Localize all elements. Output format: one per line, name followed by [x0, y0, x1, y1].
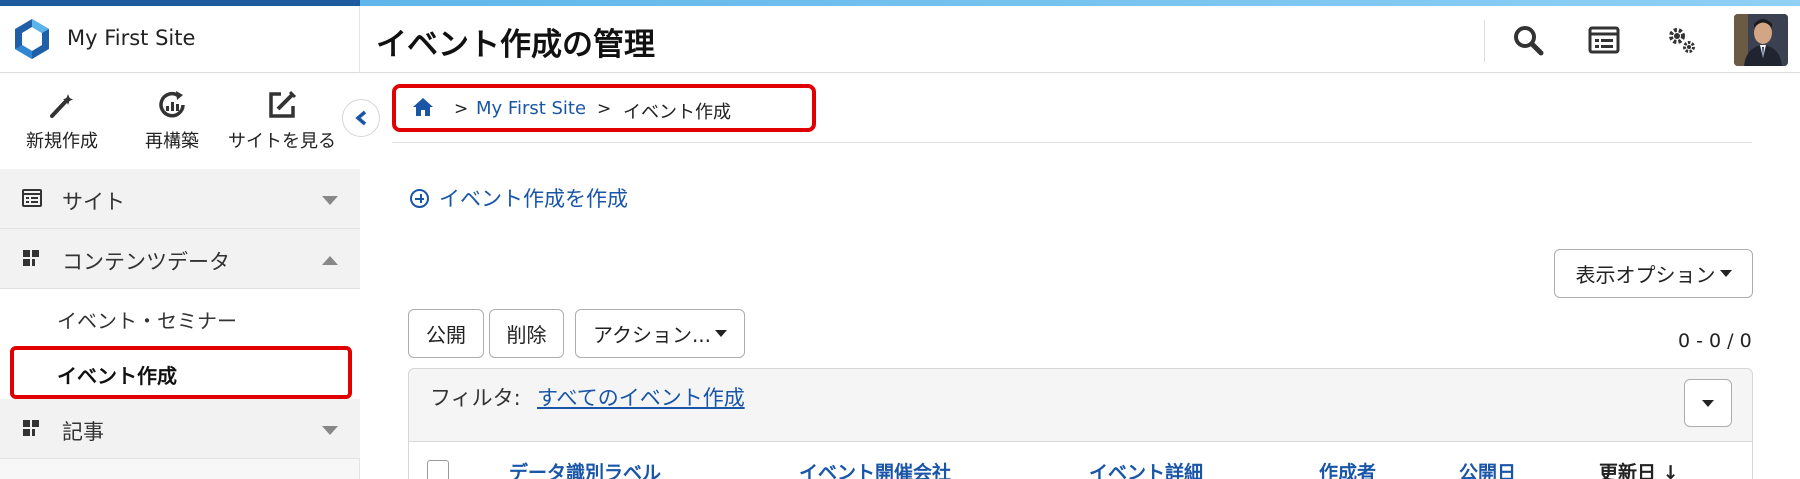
column-header-detail[interactable]: イベント詳細 — [1089, 458, 1203, 479]
rebuild-button[interactable]: 再構築 — [112, 89, 232, 153]
sidebar-section-site[interactable]: サイト — [0, 169, 360, 229]
site-brand[interactable]: My First Site — [0, 6, 360, 73]
user-avatar[interactable] — [1734, 14, 1788, 66]
column-header-updated[interactable]: 更新日 ↓ — [1599, 458, 1679, 479]
breadcrumb: > My First Site > イベント作成 — [392, 84, 816, 132]
breadcrumb-current: イベント作成 — [623, 102, 731, 123]
chevron-left-icon — [355, 110, 367, 126]
search-icon[interactable] — [1508, 20, 1548, 60]
rebuild-icon — [159, 91, 185, 118]
actions-label: アクション... — [592, 323, 712, 347]
article-icon — [23, 420, 39, 436]
chevron-down-icon — [322, 196, 338, 205]
breadcrumb-separator: > — [597, 99, 612, 119]
header-divider — [1484, 20, 1485, 62]
delete-button[interactable]: 削除 — [489, 309, 564, 358]
column-header-author[interactable]: 作成者 — [1319, 458, 1376, 479]
quick-actions: 新規作成 再構築 サイトを見る — [0, 73, 360, 169]
settings-icon[interactable] — [1662, 20, 1702, 60]
chevron-up-icon — [322, 256, 338, 265]
pencil-icon — [50, 94, 73, 118]
page-title: イベント作成の管理 — [376, 27, 655, 63]
sidebar-section-label: 記事 — [62, 420, 104, 444]
sidebar-section-articles[interactable]: 記事 — [0, 399, 360, 459]
view-site-icon — [269, 90, 297, 118]
column-header-company[interactable]: イベント開催会社 — [799, 458, 951, 479]
view-site-button[interactable]: サイトを見る — [222, 89, 342, 153]
create-event-link[interactable]: イベント作成を作成 — [410, 183, 628, 213]
column-header-published[interactable]: 公開日 — [1459, 458, 1516, 479]
logo-icon — [15, 19, 49, 59]
site-list-icon[interactable] — [1584, 20, 1624, 60]
chevron-down-icon — [322, 426, 338, 435]
caret-down-icon — [1719, 270, 1732, 277]
caret-down-icon — [1702, 399, 1714, 407]
app-header: My First Site イベント作成の管理 — [0, 6, 1800, 73]
table-header: データ識別ラベル イベント開催会社 イベント詳細 作成者 公開日 更新日 ↓ — [409, 441, 1752, 479]
home-icon[interactable] — [412, 97, 434, 117]
create-event-label: イベント作成を作成 — [439, 187, 628, 211]
actions-dropdown-button[interactable]: アクション... — [575, 309, 745, 358]
listing-table: フィルタ: すべてのイベント作成 データ識別ラベル イベント開催会社 イベント詳… — [408, 368, 1753, 479]
sidebar-section-label: コンテンツデータ — [62, 250, 230, 274]
quick-action-label: サイトを見る — [228, 131, 336, 152]
filter-toggle-button[interactable] — [1684, 379, 1732, 427]
quick-action-label: 新規作成 — [26, 131, 98, 152]
filter-label: フィルタ: — [430, 386, 521, 410]
breadcrumb-site-link[interactable]: My First Site — [476, 98, 586, 119]
sidebar-section-label: サイト — [62, 190, 125, 214]
result-count: 0 - 0 / 0 — [1678, 330, 1752, 352]
display-options-label: 表示オプション — [1575, 263, 1716, 287]
publish-button[interactable]: 公開 — [408, 309, 484, 358]
display-options-button[interactable]: 表示オプション — [1554, 249, 1753, 298]
site-name[interactable]: My First Site — [67, 26, 195, 50]
breadcrumb-separator: > — [454, 99, 469, 119]
sidebar-item-event-seminar[interactable]: イベント・セミナー — [57, 305, 237, 334]
sidebar: 新規作成 再構築 サイトを見る サイト コンテンツデータ イベント・セミナー イ… — [0, 73, 360, 479]
collapse-sidebar-button[interactable] — [342, 99, 380, 137]
plus-circle-icon — [410, 188, 429, 208]
caret-down-icon — [715, 330, 728, 337]
content-data-icon — [23, 250, 39, 266]
filter-select-link[interactable]: すべてのイベント作成 — [537, 382, 745, 412]
select-all-checkbox[interactable] — [427, 460, 449, 479]
site-icon — [22, 189, 42, 207]
sidebar-section-content-data[interactable]: コンテンツデータ — [0, 229, 360, 289]
active-item-highlight — [10, 346, 352, 399]
breadcrumb-divider — [392, 142, 1752, 143]
new-entry-button[interactable]: 新規作成 — [2, 89, 122, 153]
quick-action-label: 再構築 — [145, 131, 199, 152]
column-header-label[interactable]: データ識別ラベル — [509, 458, 661, 479]
